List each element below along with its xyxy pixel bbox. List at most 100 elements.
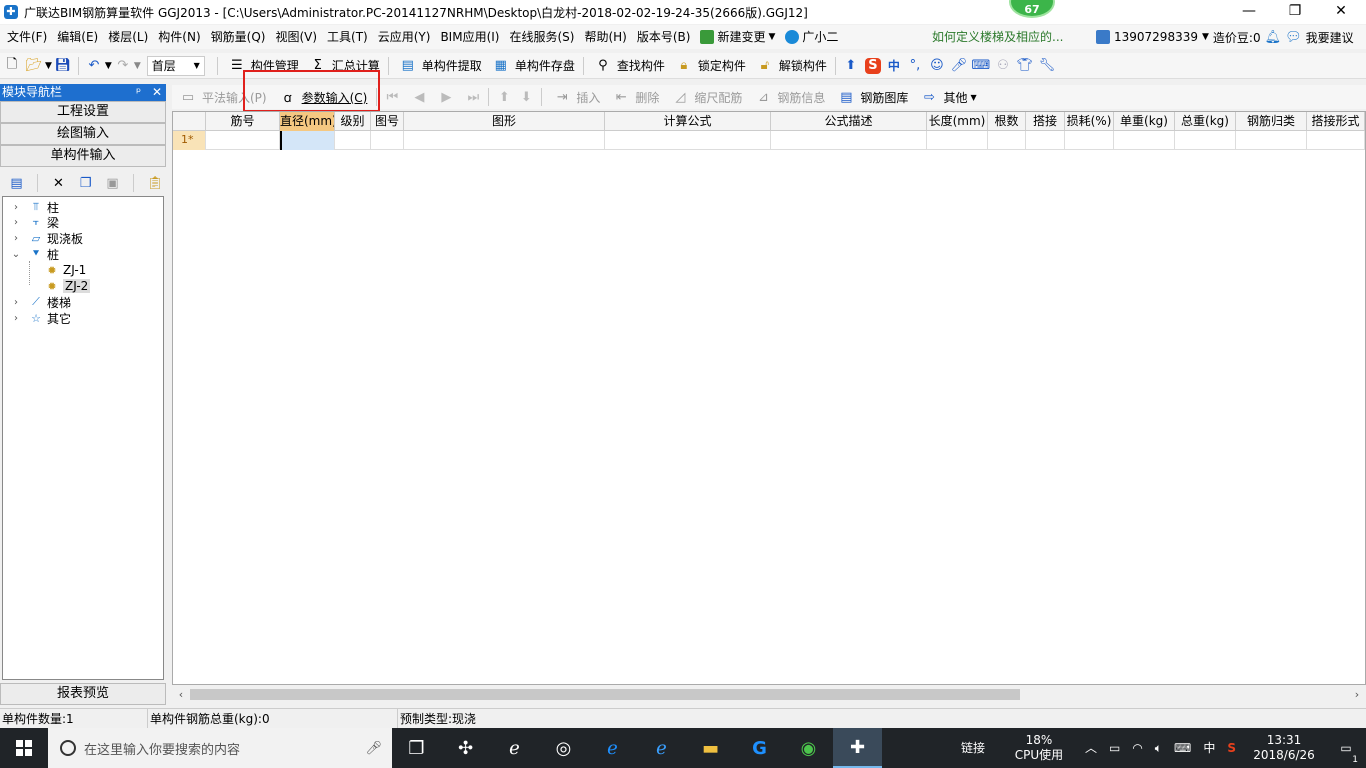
move-up-icon[interactable]: ⬆ [496,89,512,105]
col-header-diameter[interactable]: 直径(mm) [280,112,335,131]
task-view-icon[interactable]: ❐ [392,728,441,768]
file-explorer-icon[interactable]: ▬ [686,728,735,768]
spiral-app-icon[interactable]: ◎ [539,728,588,768]
restore-button[interactable]: ❐ [1272,0,1318,24]
suggest-link[interactable]: 我要建议 [1306,29,1354,46]
cell-bar-no[interactable] [206,131,280,150]
prev-record-icon[interactable]: ◀ [411,89,427,105]
cell-count[interactable] [988,131,1026,150]
component-manage-button[interactable]: ☰ 构件管理 [222,55,303,77]
tree-item-pile[interactable]: ⌄ ⯆ 桩 [11,246,59,262]
glodon-g-icon[interactable]: G [735,728,784,768]
shirt-icon[interactable]: 👕︎ [1017,58,1034,74]
cell-unit-weight[interactable] [1114,131,1175,150]
col-header-grade[interactable]: 级别 [335,112,371,131]
cell-rebar-category[interactable] [1236,131,1307,150]
chevron-down-icon[interactable]: ▼ [105,61,112,71]
user-phone[interactable]: 13907298339 [1114,30,1198,44]
save-icon[interactable]: 💾︎ [55,58,72,74]
tree-item-beam[interactable]: › ⫟ 梁 [11,214,59,230]
cell-loss[interactable] [1065,131,1114,150]
properties-icon[interactable]: ▤ [9,175,24,191]
ggj-app-icon[interactable]: ✚ [833,728,882,768]
col-header-length[interactable]: 长度(mm) [927,112,988,131]
tree-item-other[interactable]: › ☆ 其它 [11,310,71,326]
pin-icon[interactable]: ᵖ [136,84,141,101]
menu-file[interactable]: 文件(F) [2,25,52,49]
menu-view[interactable]: 视图(V) [270,25,322,49]
col-header-lap[interactable]: 搭接 [1026,112,1065,131]
menu-rebar-quantity[interactable]: 钢筋量(Q) [206,25,271,49]
cell-figure-no[interactable] [371,131,404,150]
tray-link[interactable]: 链接 [947,741,999,756]
chevron-down-icon[interactable]: ▼ [45,61,52,71]
first-record-icon[interactable]: ⏮ [384,89,400,105]
edge-browser-icon[interactable]: ℯ [588,728,637,768]
col-header-loss[interactable]: 损耗(%) [1065,112,1114,131]
keyboard-icon[interactable]: ⌨ [1168,741,1197,756]
volume-icon[interactable]: 🔈︎ [1149,741,1168,756]
pinwheel-app-icon[interactable]: ✣ [441,728,490,768]
chevron-right-icon[interactable]: › [11,233,21,244]
tab-drawing-input[interactable]: 绘图输入 [0,123,166,145]
col-header-unit-weight[interactable]: 单重(kg) [1114,112,1175,131]
chevron-right-icon[interactable]: › [11,217,21,228]
cell-lap[interactable] [1026,131,1065,150]
cell-formula[interactable] [605,131,771,150]
sogou-ime-icon[interactable]: S [864,57,881,74]
menu-component[interactable]: 构件(N) [153,25,205,49]
close-icon[interactable]: ✕ [152,84,162,101]
score-badge[interactable]: 67 [1009,0,1055,18]
move-down-icon[interactable]: ⬇ [518,89,534,105]
minimize-button[interactable]: — [1226,0,1272,24]
cell-grade[interactable] [335,131,371,150]
cell-total-weight[interactable] [1175,131,1236,150]
chevron-right-icon[interactable]: › [11,297,21,308]
cell-length[interactable] [927,131,988,150]
paste-icon[interactable]: ▣ [105,175,120,191]
col-header-formula[interactable]: 计算公式 [605,112,771,131]
feedback-icon[interactable]: 💬︎ [1285,30,1302,45]
single-save-button[interactable]: ▦ 单构件存盘 [486,55,579,77]
col-header-shape[interactable]: 图形 [404,112,605,131]
param-input-button[interactable]: ꭤ 参数输入(C) [272,86,373,108]
start-button[interactable] [0,728,48,768]
horizontal-scrollbar[interactable]: ‹ › [172,686,1366,703]
punctuation-icon[interactable]: °, [907,58,923,74]
clipboard-icon[interactable]: 📋︎ [147,175,164,191]
menu-help[interactable]: 帮助(H) [579,25,631,49]
emoji-icon[interactable]: ☺ [929,58,945,74]
chevron-down-icon[interactable]: ▼ [1202,32,1209,42]
wrench-icon[interactable]: 🔧︎ [1039,58,1056,74]
bell-icon[interactable]: 🔔︎ [1265,30,1282,45]
find-component-button[interactable]: ⚲ 查找构件 [588,55,669,77]
summary-calc-button[interactable]: Σ 汇总计算 [303,55,384,77]
scale-rebar-button[interactable]: ◿ 缩尺配筋 [664,86,747,108]
col-header-bar-no[interactable]: 筋号 [206,112,280,131]
tree-item-stairs[interactable]: › ⟋ 楼梯 [11,294,71,310]
cell-diameter[interactable] [280,131,335,150]
redo-icon[interactable]: ↷ [115,58,131,74]
unlock-component-button[interactable]: 🔓︎ 解锁构件 [750,55,831,77]
col-header-figure-no[interactable]: 图号 [371,112,404,131]
col-header-lap-type[interactable]: 搭接形式 [1307,112,1365,131]
hint-link[interactable]: 如何定义楼梯及相应的... [932,25,1063,49]
green-app-icon[interactable]: ◉ [784,728,833,768]
tab-project-settings[interactable]: 工程设置 [0,101,166,123]
chevron-right-icon[interactable]: › [11,202,21,213]
scroll-right-icon[interactable]: › [1350,686,1364,703]
keyboard-icon[interactable]: ⌨ [972,58,991,74]
scroll-thumb[interactable] [190,689,1020,700]
col-header-rebar-category[interactable]: 钢筋归类 [1236,112,1307,131]
rebar-library-button[interactable]: ▤ 钢筋图库 [830,86,913,108]
assistant-menu[interactable]: 广小二 [780,25,843,49]
lock-component-button[interactable]: 🔒︎ 锁定构件 [669,55,750,77]
chevron-down-icon[interactable]: ⌄ [11,249,21,260]
cell-lap-type[interactable] [1307,131,1365,150]
tree-item-zj1[interactable]: ✹ ZJ-1 [33,262,86,278]
scroll-left-icon[interactable]: ‹ [174,686,188,703]
microphone-icon[interactable]: 🎤︎ [365,741,382,756]
rebar-info-button[interactable]: ⊿ 钢筋信息 [747,86,830,108]
taskbar-search[interactable]: 在这里输入你要搜索的内容 🎤︎ [48,728,392,768]
menu-tools[interactable]: 工具(T) [322,25,373,49]
